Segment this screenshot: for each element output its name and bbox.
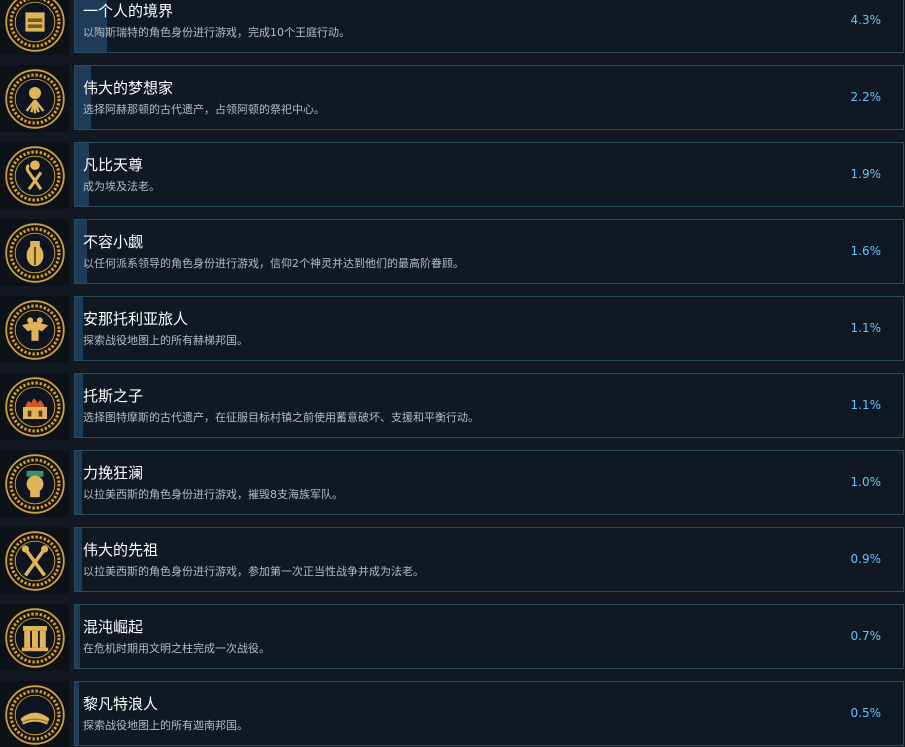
unlock-progress-bar [75, 451, 82, 514]
hand-scale-icon [0, 0, 69, 55]
achievement-row: 黎凡特浪人探索战役地图上的所有迦南邦国。 0.5% [0, 681, 905, 747]
unlock-progress-bar [75, 605, 80, 668]
unlock-progress-bar [75, 374, 83, 437]
achievement-row: 安那托利亚旅人探索战役地图上的所有赫梯邦国。 1.1% [0, 296, 905, 363]
achievement-row: 伟大的梦想家选择阿赫那顿的古代遗产，占领阿顿的祭祀中心。 2.2% [0, 65, 905, 132]
pillars-icon [0, 604, 69, 671]
achievement-title: 一个人的境界 [83, 2, 174, 20]
achievement-card: 安那托利亚旅人探索战役地图上的所有赫梯邦国。 1.1% [74, 296, 904, 361]
achievement-description: 探索战役地图上的所有赫梯邦国。 [83, 334, 248, 347]
achievement-card: 黎凡特浪人探索战役地图上的所有迦南邦国。 0.5% [74, 681, 904, 746]
unlock-percentage: 1.1% [850, 321, 882, 335]
unlock-percentage: 1.0% [850, 475, 882, 489]
unlock-progress-bar [75, 297, 83, 360]
achievement-list: 一个人的境界以陶斯瑞特的角色身份进行游戏，完成10个王庭行动。 4.3% 伟大的梦想… [0, 0, 905, 747]
unlock-percentage: 0.9% [850, 552, 882, 566]
unlock-progress-bar [75, 682, 79, 745]
crook-flail-icon [0, 142, 69, 209]
achievement-card: 不容小觑以任何派系领导的角色身份进行游戏，信仰2个神灵并达到他们的最高阶眷顾。 1… [74, 219, 904, 284]
achievement-description: 在危机时期用文明之柱完成一次战役。 [83, 642, 270, 655]
achievement-description: 以任何派系领导的角色身份进行游戏，信仰2个神灵并达到他们的最高阶眷顾。 [83, 257, 464, 270]
unlock-percentage: 1.1% [850, 398, 882, 412]
achievement-title: 混沌崛起 [83, 618, 144, 636]
double-eagle-icon [0, 296, 69, 363]
achievement-row: 混沌崛起在危机时期用文明之柱完成一次战役。 0.7% [0, 604, 905, 671]
achievement-card: 伟大的梦想家选择阿赫那顿的古代遗产，占领阿顿的祭祀中心。 2.2% [74, 65, 904, 130]
achievement-description: 选择图特摩斯的古代遗产，在征服目标村镇之前使用蓄意破坏、支援和平衡行动。 [83, 411, 479, 424]
sun-disc-icon [0, 65, 69, 132]
unlock-progress-bar [75, 528, 82, 591]
achievement-card: 混沌崛起在危机时期用文明之柱完成一次战役。 0.7% [74, 604, 904, 669]
unlock-percentage: 4.3% [850, 13, 882, 27]
achievement-description: 选择阿赫那顿的古代遗产，占领阿顿的祭祀中心。 [83, 103, 325, 116]
unlock-percentage: 1.6% [850, 244, 882, 258]
achievement-card: 力挽狂澜以拉美西斯的角色身份进行游戏，摧毁8支海族军队。 1.0% [74, 450, 904, 515]
achievement-row: 一个人的境界以陶斯瑞特的角色身份进行游戏，完成10个王庭行动。 4.3% [0, 0, 905, 55]
achievement-card: 托斯之子选择图特摩斯的古代遗产，在征服目标村镇之前使用蓄意破坏、支援和平衡行动。… [74, 373, 904, 438]
achievement-row: 伟大的先祖以拉美西斯的角色身份进行游戏，参加第一次正当性战争并成为法老。 0.9% [0, 527, 905, 594]
achievement-description: 以拉美西斯的角色身份进行游戏，摧毁8支海族军队。 [83, 488, 343, 501]
achievement-title: 伟大的梦想家 [83, 79, 174, 97]
unlock-percentage: 0.5% [850, 706, 882, 720]
burning-building-icon [0, 373, 69, 440]
achievement-title: 安那托利亚旅人 [83, 310, 189, 328]
achievement-title: 托斯之子 [83, 387, 144, 405]
achievement-card: 凡比天尊成为埃及法老。 1.9% [74, 142, 904, 207]
achievement-title: 力挽狂澜 [83, 464, 144, 482]
achievement-title: 不容小觑 [83, 233, 144, 251]
achievement-description: 成为埃及法老。 [83, 180, 160, 193]
achievement-card: 一个人的境界以陶斯瑞特的角色身份进行游戏，完成10个王庭行动。 4.3% [74, 0, 904, 53]
achievement-title: 黎凡特浪人 [83, 695, 159, 713]
scarab-icon [0, 219, 69, 286]
achievement-card: 伟大的先祖以拉美西斯的角色身份进行游戏，参加第一次正当性战争并成为法老。 0.9% [74, 527, 904, 592]
achievement-row: 力挽狂澜以拉美西斯的角色身份进行游戏，摧毁8支海族军队。 1.0% [0, 450, 905, 517]
achievement-title: 凡比天尊 [83, 156, 144, 174]
achievement-description: 以拉美西斯的角色身份进行游戏，参加第一次正当性战争并成为法老。 [83, 565, 424, 578]
unlock-percentage: 0.7% [850, 629, 882, 643]
achievement-description: 以陶斯瑞特的角色身份进行游戏，完成10个王庭行动。 [83, 26, 350, 39]
achievement-description: 探索战役地图上的所有迦南邦国。 [83, 719, 248, 732]
unlock-percentage: 2.2% [850, 90, 882, 104]
achievement-row: 凡比天尊成为埃及法老。 1.9% [0, 142, 905, 209]
crossed-scepters-icon [0, 527, 69, 594]
warrior-head-icon [0, 450, 69, 517]
achievement-row: 不容小觑以任何派系领导的角色身份进行游戏，信仰2个神灵并达到他们的最高阶眷顾。 1… [0, 219, 905, 286]
achievement-row: 托斯之子选择图特摩斯的古代遗产，在征服目标村镇之前使用蓄意破坏、支援和平衡行动。… [0, 373, 905, 440]
unlock-percentage: 1.9% [850, 167, 882, 181]
achievement-title: 伟大的先祖 [83, 541, 159, 559]
crown-icon [0, 681, 69, 747]
